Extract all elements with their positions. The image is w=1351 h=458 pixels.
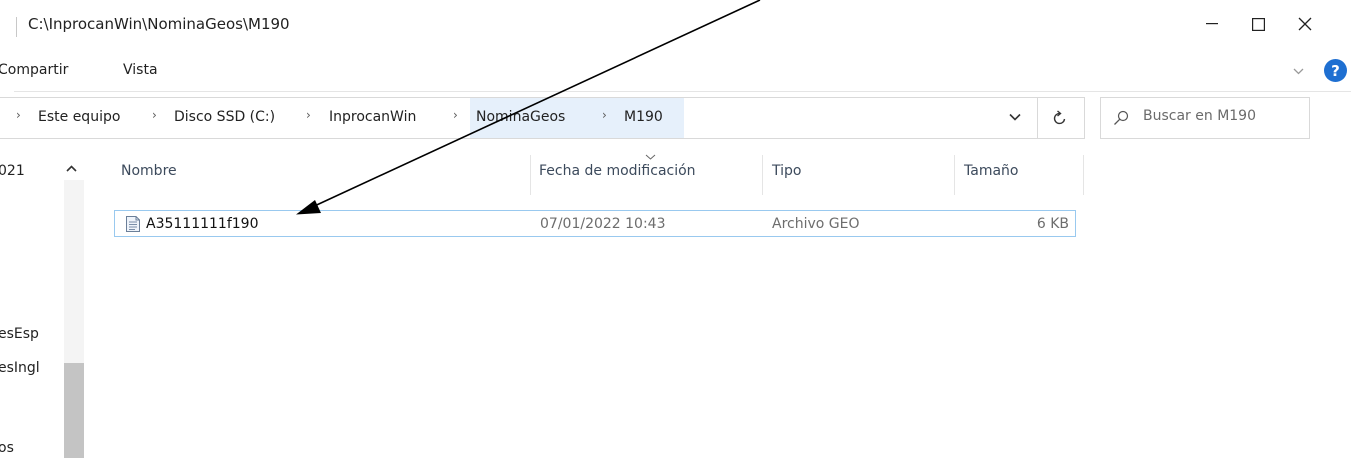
nav-item-esesp[interactable]: esEsp (0, 326, 39, 342)
search-box[interactable] (1100, 97, 1310, 139)
column-divider[interactable] (954, 155, 955, 195)
breadcrumb-disco-ssd[interactable]: Disco SSD (C:) (174, 109, 275, 125)
title-separator (16, 17, 17, 37)
address-divider (1037, 98, 1038, 138)
scrollbar-thumb[interactable] (64, 363, 84, 458)
refresh-button[interactable] (1050, 105, 1070, 131)
breadcrumb-separator-icon[interactable]: › (453, 108, 458, 122)
breadcrumb-separator-icon[interactable]: › (602, 108, 607, 122)
navigation-pane: 021 esEsp esIngl os (0, 150, 92, 458)
breadcrumb-m190[interactable]: M190 (624, 109, 663, 125)
refresh-icon (1053, 110, 1066, 125)
ribbon-divider (14, 91, 1351, 92)
file-date: 07/01/2022 10:43 (540, 216, 666, 232)
breadcrumb-separator-icon[interactable]: › (16, 108, 21, 122)
breadcrumb-nominageos[interactable]: NominaGeos (476, 109, 565, 125)
help-button[interactable]: ? (1324, 59, 1347, 82)
window-title: C:\InprocanWin\NominaGeos\M190 (28, 15, 290, 33)
nav-item-os[interactable]: os (0, 440, 14, 456)
column-header-tipo[interactable]: Tipo (772, 163, 801, 179)
maximize-button[interactable] (1235, 0, 1281, 48)
address-history-button[interactable] (1009, 110, 1021, 124)
file-size: 6 KB (1036, 216, 1069, 232)
title-bar: C:\InprocanWin\NominaGeos\M190 (0, 0, 1351, 48)
chevron-down-icon (1293, 68, 1304, 75)
ribbon-tabs: Compartir Vista (0, 50, 1351, 90)
file-name[interactable]: A35111111f190 (146, 216, 259, 232)
chevron-down-icon (1009, 113, 1021, 121)
search-input[interactable] (1143, 108, 1303, 124)
breadcrumb-este-equipo[interactable]: Este equipo (38, 109, 120, 125)
search-icon (1114, 110, 1129, 125)
ribbon-expand-button[interactable] (1293, 64, 1304, 78)
close-button[interactable] (1282, 0, 1328, 48)
file-row[interactable]: A35111111f190 07/01/2022 10:43 Archivo G… (114, 210, 1076, 237)
minimize-button[interactable] (1189, 0, 1235, 48)
column-divider[interactable] (530, 155, 531, 195)
column-header-tamano[interactable]: Tamaño (964, 163, 1018, 179)
sort-indicator-icon (645, 152, 656, 163)
column-header-nombre[interactable]: Nombre (121, 163, 177, 179)
tab-vista[interactable]: Vista (123, 62, 158, 78)
breadcrumb-separator-icon[interactable]: › (152, 108, 157, 122)
column-header-fecha[interactable]: Fecha de modificación (539, 163, 696, 179)
scroll-up-button[interactable] (66, 162, 77, 175)
maximize-icon (1251, 17, 1265, 31)
nav-item-esingl[interactable]: esIngl (0, 360, 40, 376)
tab-compartir[interactable]: Compartir (0, 62, 68, 78)
breadcrumb-inprocanwin[interactable]: InprocanWin (329, 109, 416, 125)
help-icon: ? (1331, 61, 1340, 80)
close-icon (1298, 17, 1312, 31)
nav-item-021[interactable]: 021 (0, 163, 25, 179)
breadcrumb-separator-icon[interactable]: › (306, 108, 311, 122)
address-bar[interactable]: › Este equipo › Disco SSD (C:) › Inproca… (0, 97, 1085, 139)
geo-file-icon (126, 216, 140, 232)
chevron-up-icon (66, 165, 77, 172)
file-type: Archivo GEO (772, 216, 860, 232)
column-divider[interactable] (1083, 155, 1084, 195)
minimize-icon (1206, 23, 1218, 25)
column-divider[interactable] (762, 155, 763, 195)
